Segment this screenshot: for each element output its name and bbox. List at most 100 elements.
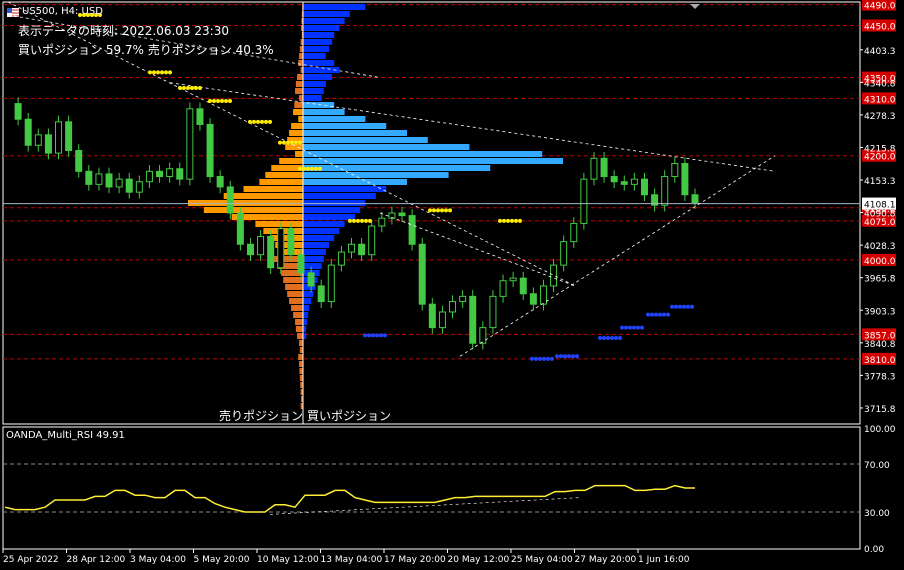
buy-profile-bar <box>303 186 387 192</box>
x-tick-label: 25 Apr 2022 <box>3 555 59 565</box>
y-tick-label: 4403.3 <box>864 47 896 57</box>
sell-order-dot <box>624 325 628 330</box>
buy-order-dot <box>352 218 356 223</box>
buy-profile-bar <box>303 172 449 178</box>
buy-profile-bar <box>303 32 335 38</box>
buy-order-dot <box>294 140 298 145</box>
sell-order-dot <box>640 325 644 330</box>
candle-body <box>105 173 113 188</box>
buy-profile-bar <box>303 165 491 171</box>
candle-body <box>408 215 416 245</box>
main-plot-frame <box>2 1 861 425</box>
sell-order-dot <box>379 333 383 338</box>
sell-profile-bar <box>295 326 303 332</box>
sell-order-dot <box>670 304 674 309</box>
sell-profile-bar <box>295 81 303 87</box>
sell-profile-bar <box>291 305 303 311</box>
candle-body <box>257 235 265 256</box>
sell-profile-bar <box>223 193 303 199</box>
candle-body <box>348 243 355 253</box>
buy-order-dot <box>264 119 268 124</box>
buy-profile-bar <box>303 95 322 101</box>
buy-profile-bar <box>303 4 366 10</box>
rsi-tick-label: 100.00 <box>864 425 896 435</box>
buy-profile-bar <box>303 193 376 199</box>
buy-profile-bar <box>303 256 324 262</box>
chart-window[interactable]: 4490.0 4450.0 4350.0 4310.0 4200.0 4100.0 4075… <box>0 0 904 566</box>
y-tick-label: 4340.8 <box>864 79 896 89</box>
buy-order-dot <box>148 70 152 75</box>
buy-profile-bar <box>303 123 387 129</box>
buy-order-dot <box>368 218 372 223</box>
sell-order-dot <box>690 304 694 309</box>
sell-order-dot <box>550 356 554 361</box>
buy-order-dot <box>224 98 228 103</box>
sell-order-dot <box>628 325 632 330</box>
candle-body <box>135 181 143 193</box>
buy-order-dot <box>220 98 224 103</box>
buy-order-dot <box>198 85 202 90</box>
buy-order-dot <box>160 70 164 75</box>
candle-body <box>600 157 608 178</box>
sell-profile-bar <box>295 319 303 325</box>
sell-order-dot <box>654 312 658 317</box>
buy-order-dot <box>252 119 256 124</box>
buy-order-dot <box>356 218 360 223</box>
candle-body <box>55 121 63 154</box>
buy-order-dot <box>506 218 510 223</box>
sell-profile-bar <box>299 368 303 374</box>
sell-profile-bar <box>271 235 303 241</box>
buy-order-dot <box>290 140 294 145</box>
sell-profile-bar <box>255 221 303 227</box>
rsi-plot-frame <box>2 426 861 550</box>
buy-order-dot <box>302 166 306 171</box>
buy-profile-bar <box>303 158 563 164</box>
buy-order-dot <box>444 208 448 213</box>
sell-profile-bar <box>298 116 303 122</box>
buy-order-dot <box>164 70 168 75</box>
candle-body <box>226 186 234 214</box>
scroll-marker-icon <box>690 4 700 9</box>
candle-body <box>125 178 133 193</box>
sell-profile-bar <box>293 109 303 115</box>
buy-order-dot <box>268 119 272 124</box>
y-tick-label: 4215.8 <box>864 144 896 154</box>
buy-order-dot <box>306 166 310 171</box>
sell-profile-bar <box>291 123 303 129</box>
sell-order-dot <box>383 333 387 338</box>
buy-order-dot <box>348 218 352 223</box>
y-tick-label: 3903.3 <box>864 307 896 317</box>
candle-body <box>156 170 164 178</box>
buy-order-dot <box>178 85 182 90</box>
candle-body <box>428 303 436 329</box>
buy-order-dot <box>168 70 172 75</box>
sell-profile-bar <box>298 60 303 66</box>
buy-profile-bar <box>303 25 340 31</box>
sell-order-dot <box>602 336 606 341</box>
price-level-text: 4000.0 <box>864 257 896 267</box>
candle-body <box>236 212 244 245</box>
buy-profile-bar <box>303 179 407 185</box>
candle-body <box>590 157 598 180</box>
candle-body <box>469 295 477 344</box>
sell-order-dot <box>606 336 610 341</box>
buy-order-dot <box>364 218 368 223</box>
y-tick-label: 3965.8 <box>864 275 896 285</box>
candle-body <box>640 178 648 196</box>
candle-body <box>176 168 184 180</box>
buy-profile-bar <box>303 39 333 45</box>
candle-body <box>317 285 325 303</box>
symbol-label: US500, H4: USD <box>22 6 103 17</box>
buy-order-dot <box>310 166 314 171</box>
buy-order-dot <box>510 218 514 223</box>
buy-profile-bar <box>303 298 312 304</box>
candle-body <box>327 264 335 303</box>
sell-order-dot <box>662 312 666 317</box>
chart-canvas[interactable]: 4490.04450.04350.04310.04200.04100.04075… <box>0 0 904 566</box>
buy-profile-bar <box>303 46 329 52</box>
sell-profile-bar <box>299 361 303 367</box>
candle-body <box>75 149 83 172</box>
x-tick-label: 5 May 20:00 <box>194 555 250 565</box>
sell-order-dot <box>571 354 575 359</box>
buy-profile-bar <box>303 11 350 17</box>
